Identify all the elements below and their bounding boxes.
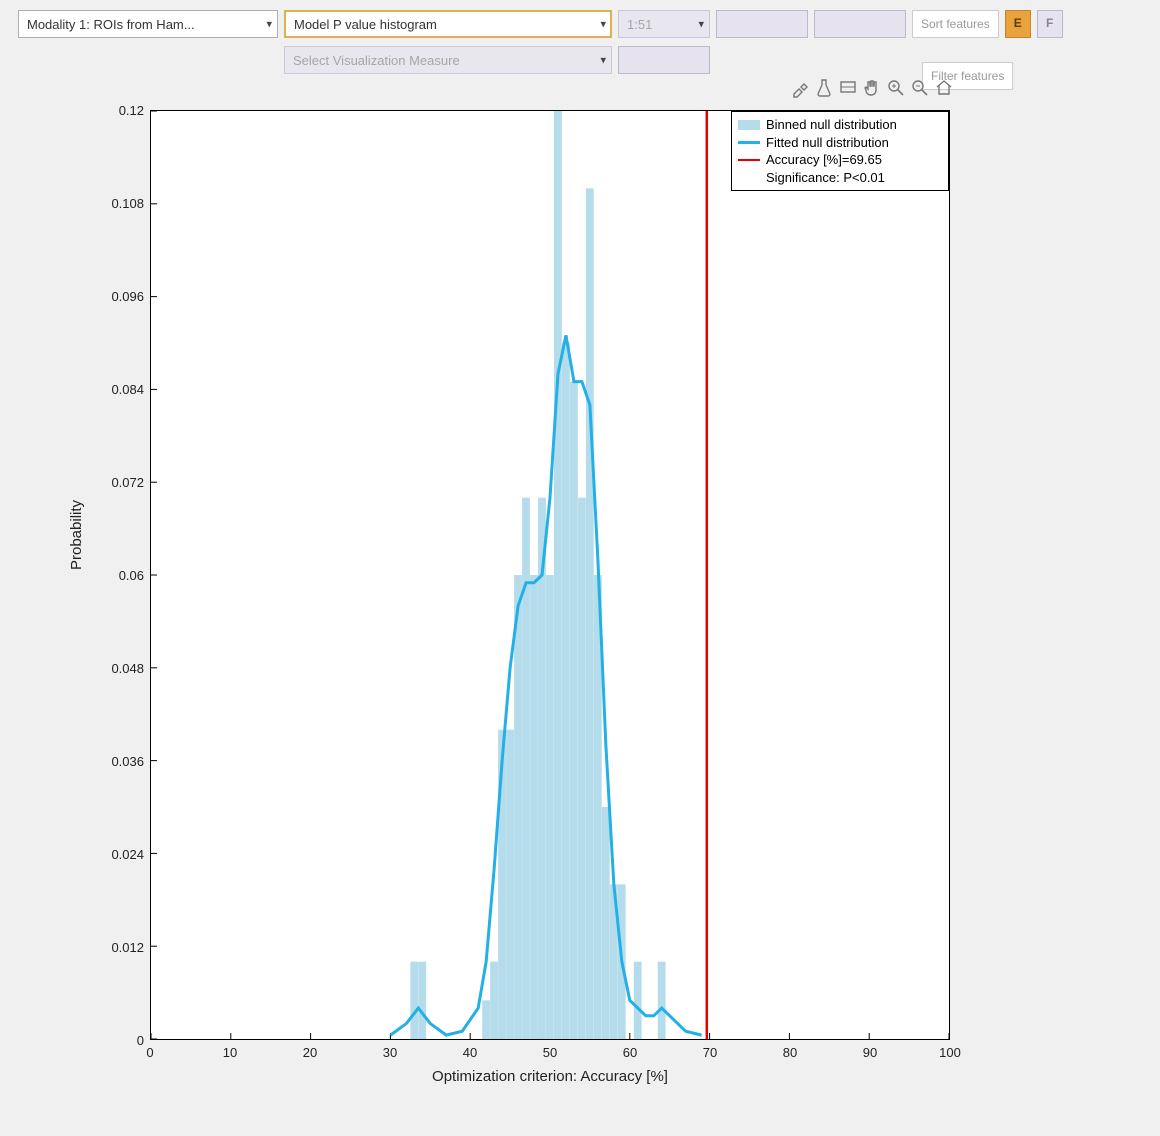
sort-features-button[interactable]: Sort features [912, 10, 999, 38]
ytick: 0.024 [84, 847, 144, 862]
legend: Binned null distribution Fitted null dis… [731, 111, 949, 191]
ytick: 0.084 [84, 382, 144, 397]
xtick: 40 [450, 1045, 490, 1060]
xtick: 80 [770, 1045, 810, 1060]
viz-measure-select: Select Visualization Measure [284, 46, 612, 74]
xtick: 30 [370, 1045, 410, 1060]
ytick: 0.06 [84, 568, 144, 583]
home-icon[interactable] [934, 78, 954, 98]
param-field-2 [814, 10, 906, 38]
ytick: 0.036 [84, 754, 144, 769]
legend-label: Binned null distribution [766, 116, 897, 134]
param-field-1 [716, 10, 808, 38]
xtick: 60 [610, 1045, 650, 1060]
range-select: 1:51 [618, 10, 710, 38]
xtick: 50 [530, 1045, 570, 1060]
plot-box: Binned null distribution Fitted null dis… [150, 110, 950, 1040]
xtick: 10 [210, 1045, 250, 1060]
brush-icon[interactable] [790, 78, 810, 98]
figure-tool-strip [790, 78, 954, 98]
plot-type-select[interactable]: Model P value histogram [284, 10, 612, 38]
plot-svg [151, 111, 949, 1039]
legend-label: Accuracy [%]=69.65 [766, 151, 882, 169]
datatip-icon[interactable] [838, 78, 858, 98]
legend-swatch-accuracy [738, 159, 760, 161]
xtick: 20 [290, 1045, 330, 1060]
viz-param-field [618, 46, 710, 74]
y-axis-label: Probability [68, 500, 85, 570]
legend-swatch-none [738, 172, 760, 182]
xtick: 100 [930, 1045, 970, 1060]
modality-select[interactable]: Modality 1: ROIs from Ham... [18, 10, 278, 38]
legend-label: Significance: P<0.01 [766, 169, 885, 187]
zoom-out-icon[interactable] [910, 78, 930, 98]
ytick: 0.096 [84, 289, 144, 304]
e-button[interactable]: E [1005, 10, 1031, 38]
xtick: 0 [130, 1045, 170, 1060]
ytick: 0.12 [84, 103, 144, 118]
legend-label: Fitted null distribution [766, 134, 889, 152]
chart-area: Probability 0 0.012 0.024 0.036 0.048 0.… [40, 100, 1100, 1100]
ytick: 0.012 [84, 940, 144, 955]
xtick: 90 [850, 1045, 890, 1060]
flask-icon[interactable] [814, 78, 834, 98]
ytick: 0.072 [84, 475, 144, 490]
legend-swatch-line [738, 141, 760, 144]
ytick: 0.048 [84, 661, 144, 676]
pan-icon[interactable] [862, 78, 882, 98]
legend-swatch-bar [738, 120, 760, 130]
zoom-in-icon[interactable] [886, 78, 906, 98]
xtick: 70 [690, 1045, 730, 1060]
f-button[interactable]: F [1037, 10, 1063, 38]
x-axis-label: Optimization criterion: Accuracy [%] [150, 1068, 950, 1085]
ytick: 0.108 [84, 196, 144, 211]
